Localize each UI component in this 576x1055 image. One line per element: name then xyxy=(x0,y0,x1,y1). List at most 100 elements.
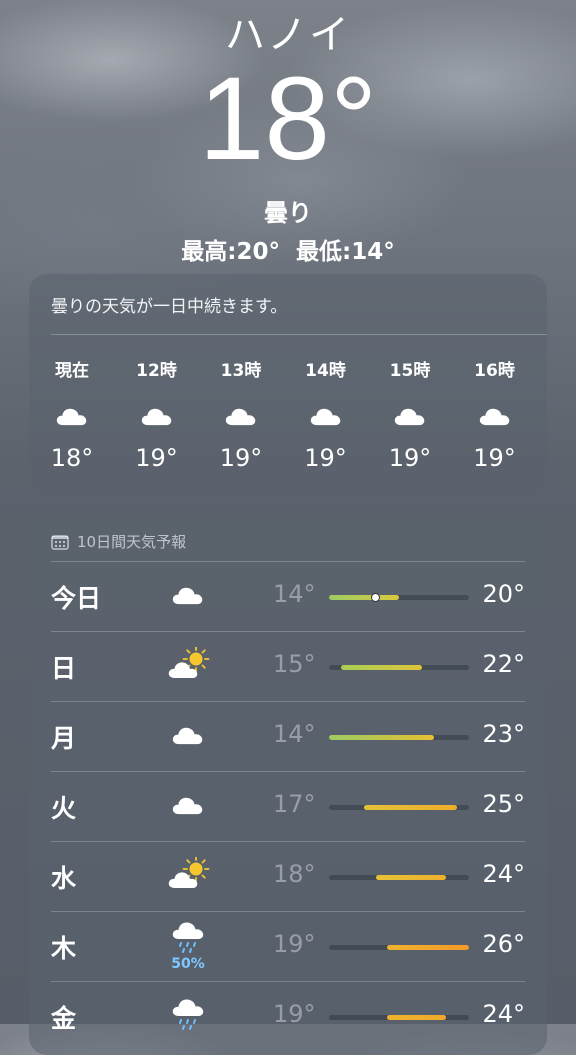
hour-label: 12時 xyxy=(136,361,177,381)
partly-cloudy-icon xyxy=(166,855,210,895)
hour-temperature: 19° xyxy=(473,444,516,472)
temperature-range-bar xyxy=(329,945,469,950)
hour-item: 15時 19° xyxy=(375,356,445,472)
partly-cloudy-icon xyxy=(166,645,210,685)
day-low-temperature: 14° xyxy=(273,580,316,608)
cloud-icon xyxy=(291,390,361,440)
row-divider xyxy=(51,841,525,842)
day-label: 日 xyxy=(51,654,77,683)
day-low-temperature: 15° xyxy=(273,650,316,678)
day-label: 水 xyxy=(51,864,77,893)
day-weather-icon xyxy=(165,571,211,621)
cloud-icon xyxy=(170,583,206,609)
high-low: 最高:20° 最低:14° xyxy=(0,232,576,266)
cloud-icon xyxy=(460,390,530,440)
current-temperature: 18° xyxy=(198,53,378,185)
temperature-range-bar xyxy=(329,805,469,810)
row-divider xyxy=(51,981,525,982)
temperature-range-bar xyxy=(329,665,469,670)
temperature-range-bar xyxy=(329,1015,469,1020)
hour-temperature: 19° xyxy=(219,444,263,472)
day-high-temperature: 20° xyxy=(482,580,525,608)
row-divider xyxy=(51,701,525,702)
cloud-icon xyxy=(206,390,276,440)
hour-label: 15時 xyxy=(389,361,431,381)
day-weather-icon xyxy=(165,711,211,761)
rain-cloud-icon xyxy=(170,997,206,1035)
day-row[interactable]: 火 17° 25° xyxy=(51,771,525,841)
hour-label: 13時 xyxy=(220,361,262,381)
hour-item: 現在 18° xyxy=(37,356,107,472)
temperature-range-fill xyxy=(387,945,469,950)
cloud-icon xyxy=(170,793,206,819)
low-temperature: 最低:14° xyxy=(296,239,395,265)
day-label: 今日 xyxy=(51,584,102,613)
day-weather-icon xyxy=(165,781,211,831)
day-weather-icon xyxy=(165,851,211,901)
day-label: 月 xyxy=(51,724,77,753)
cloud-icon xyxy=(37,390,107,440)
calendar-icon xyxy=(51,534,69,550)
day-row[interactable]: 日 15° 22° xyxy=(51,631,525,701)
precipitation-chance: 50% xyxy=(171,956,205,972)
temperature-range-fill xyxy=(340,665,423,670)
cloud-icon xyxy=(122,390,192,440)
hour-item: 16時 19° xyxy=(460,356,530,472)
cloud-icon xyxy=(170,723,206,749)
temperature-range-fill xyxy=(329,735,434,740)
temperature-range-fill xyxy=(375,875,446,880)
ten-day-forecast-card[interactable]: 10日間天気予報 今日 14° 20° 日 15° 22° 月 14° 23° 火 17° 25° 水 1… xyxy=(29,515,547,1055)
ten-day-title: 10日間天気予報 xyxy=(77,533,187,551)
row-divider xyxy=(51,911,525,912)
day-weather-icon xyxy=(165,991,211,1041)
hour-temperature: 18° xyxy=(50,444,94,472)
day-low-temperature: 19° xyxy=(273,930,316,958)
hour-label: 16時 xyxy=(474,361,515,381)
day-row[interactable]: 今日 14° 20° xyxy=(51,561,525,631)
hourly-forecast-card[interactable]: 曇りの天気が一日中続きます。 現在 18° 12時 19° 13時 19° 14時 19° 15… xyxy=(29,274,547,499)
day-row[interactable]: 水 18° 24° xyxy=(51,841,525,911)
hourly-list[interactable]: 現在 18° 12時 19° 13時 19° 14時 19° 15時 19° 16時 19° xyxy=(29,356,547,486)
rain-cloud-icon xyxy=(170,920,206,958)
day-low-temperature: 17° xyxy=(273,790,316,818)
row-divider xyxy=(51,631,525,632)
high-temperature: 最高:20° xyxy=(181,239,280,265)
ten-day-header: 10日間天気予報 xyxy=(51,531,186,552)
hour-item: 12時 19° xyxy=(122,356,192,472)
temperature-range-fill xyxy=(329,595,399,600)
day-row[interactable]: 月 14° 23° xyxy=(51,701,525,771)
hour-label: 14時 xyxy=(305,361,346,381)
cloud-icon xyxy=(375,390,445,440)
day-row[interactable]: 木 50% 19° 26° xyxy=(51,911,525,981)
temperature-range-fill xyxy=(364,805,458,810)
row-divider xyxy=(51,771,525,772)
day-high-temperature: 25° xyxy=(482,790,525,818)
temperature-range-bar xyxy=(329,593,469,602)
day-low-temperature: 14° xyxy=(273,720,316,748)
temperature-range-bar xyxy=(329,875,469,880)
day-high-temperature: 24° xyxy=(482,860,525,888)
day-weather-icon xyxy=(165,641,211,691)
hour-temperature: 19° xyxy=(388,444,432,472)
current-condition: 曇り xyxy=(264,199,312,227)
day-high-temperature: 26° xyxy=(482,930,525,958)
current-temp-marker xyxy=(371,593,381,602)
day-low-temperature: 18° xyxy=(273,860,316,888)
city-name: ハノイ xyxy=(225,12,351,58)
day-label: 火 xyxy=(51,794,77,823)
hour-temperature: 19° xyxy=(135,444,178,472)
temperature-range-fill xyxy=(387,1015,446,1020)
day-label: 木 xyxy=(51,934,77,963)
day-weather-icon: 50% xyxy=(165,920,211,972)
day-row[interactable]: 金 19° 24° xyxy=(51,981,525,1051)
forecast-summary: 曇りの天気が一日中続きます。 xyxy=(51,297,288,317)
day-high-temperature: 22° xyxy=(482,650,525,678)
hour-item: 13時 19° xyxy=(206,356,276,472)
hour-item: 14時 19° xyxy=(291,356,361,472)
divider xyxy=(51,334,547,335)
hour-label: 現在 xyxy=(55,361,89,381)
day-high-temperature: 23° xyxy=(482,720,525,748)
hour-temperature: 19° xyxy=(304,444,347,472)
row-divider xyxy=(51,561,525,562)
temperature-range-bar xyxy=(329,735,469,740)
